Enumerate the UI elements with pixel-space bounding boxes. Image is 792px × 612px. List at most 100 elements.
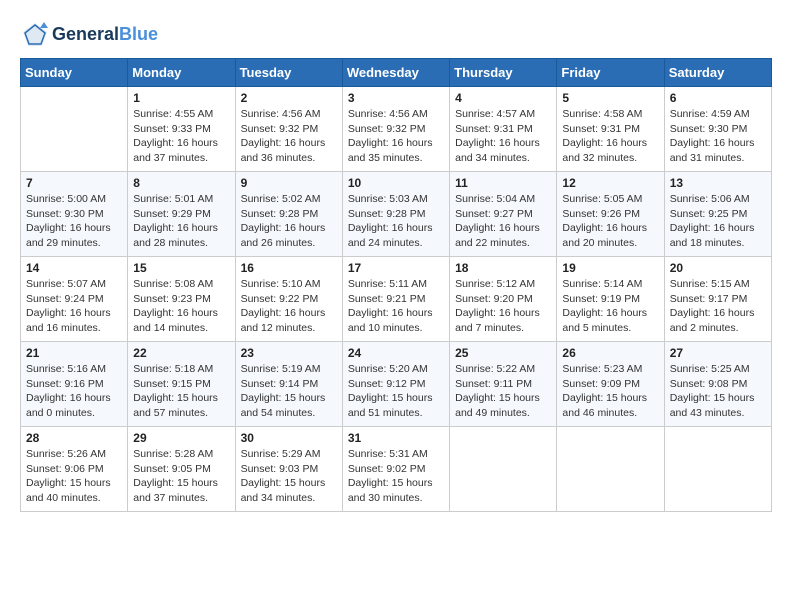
day-cell: 10 Sunrise: 5:03 AM Sunset: 9:28 PM Dayli… xyxy=(342,172,449,257)
day-cell: 21 Sunrise: 5:16 AM Sunset: 9:16 PM Dayli… xyxy=(21,342,128,427)
day-cell: 18 Sunrise: 5:12 AM Sunset: 9:20 PM Dayli… xyxy=(450,257,557,342)
day-number: 30 xyxy=(241,431,337,445)
day-cell: 31 Sunrise: 5:31 AM Sunset: 9:02 PM Dayli… xyxy=(342,427,449,512)
calendar-table: SundayMondayTuesdayWednesdayThursdayFrid… xyxy=(20,58,772,512)
day-number: 21 xyxy=(26,346,122,360)
day-number: 23 xyxy=(241,346,337,360)
day-number: 13 xyxy=(670,176,766,190)
day-info: Sunrise: 5:12 AM Sunset: 9:20 PM Dayligh… xyxy=(455,277,551,336)
day-number: 2 xyxy=(241,91,337,105)
day-info: Sunrise: 5:01 AM Sunset: 9:29 PM Dayligh… xyxy=(133,192,229,251)
weekday-friday: Friday xyxy=(557,59,664,87)
day-cell: 24 Sunrise: 5:20 AM Sunset: 9:12 PM Dayli… xyxy=(342,342,449,427)
header: GeneralBlue xyxy=(20,20,772,50)
day-cell: 15Sunrise: 5:08 AM Sunset: 9:23 PM Dayli… xyxy=(128,257,235,342)
week-row-2: 7Sunrise: 5:00 AM Sunset: 9:30 PM Daylig… xyxy=(21,172,772,257)
day-number: 6 xyxy=(670,91,766,105)
day-info: Sunrise: 4:58 AM Sunset: 9:31 PM Dayligh… xyxy=(562,107,658,166)
day-cell: 8 Sunrise: 5:01 AM Sunset: 9:29 PM Daylig… xyxy=(128,172,235,257)
week-row-5: 28Sunrise: 5:26 AM Sunset: 9:06 PM Dayli… xyxy=(21,427,772,512)
day-cell: 11 Sunrise: 5:04 AM Sunset: 9:27 PM Dayli… xyxy=(450,172,557,257)
day-number: 8 xyxy=(133,176,229,190)
day-number: 29 xyxy=(133,431,229,445)
day-cell: 6 Sunrise: 4:59 AM Sunset: 9:30 PM Daylig… xyxy=(664,87,771,172)
day-info: Sunrise: 5:11 AM Sunset: 9:21 PM Dayligh… xyxy=(348,277,444,336)
day-number: 20 xyxy=(670,261,766,275)
day-cell: 3Sunrise: 4:56 AM Sunset: 9:32 PM Daylig… xyxy=(342,87,449,172)
day-info: Sunrise: 5:31 AM Sunset: 9:02 PM Dayligh… xyxy=(348,447,444,506)
day-info: Sunrise: 5:06 AM Sunset: 9:25 PM Dayligh… xyxy=(670,192,766,251)
day-cell: 20 Sunrise: 5:15 AM Sunset: 9:17 PM Dayli… xyxy=(664,257,771,342)
day-info: Sunrise: 5:08 AM Sunset: 9:23 PM Dayligh… xyxy=(133,277,229,336)
day-cell: 5 Sunrise: 4:58 AM Sunset: 9:31 PM Daylig… xyxy=(557,87,664,172)
day-number: 5 xyxy=(562,91,658,105)
day-cell: 22 Sunrise: 5:18 AM Sunset: 9:15 PM Dayli… xyxy=(128,342,235,427)
week-row-1: 1 Sunrise: 4:55 AM Sunset: 9:33 PM Daylig… xyxy=(21,87,772,172)
day-info: Sunrise: 5:29 AM Sunset: 9:03 PM Dayligh… xyxy=(241,447,337,506)
day-number: 9 xyxy=(241,176,337,190)
day-info: Sunrise: 5:16 AM Sunset: 9:16 PM Dayligh… xyxy=(26,362,122,421)
day-number: 17 xyxy=(348,261,444,275)
day-cell: 13 Sunrise: 5:06 AM Sunset: 9:25 PM Dayli… xyxy=(664,172,771,257)
day-info: Sunrise: 4:56 AM Sunset: 9:32 PM Dayligh… xyxy=(241,107,337,166)
day-number: 27 xyxy=(670,346,766,360)
weekday-tuesday: Tuesday xyxy=(235,59,342,87)
day-cell: 29 Sunrise: 5:28 AM Sunset: 9:05 PM Dayli… xyxy=(128,427,235,512)
day-info: Sunrise: 4:57 AM Sunset: 9:31 PM Dayligh… xyxy=(455,107,551,166)
day-number: 18 xyxy=(455,261,551,275)
day-number: 11 xyxy=(455,176,551,190)
weekday-saturday: Saturday xyxy=(664,59,771,87)
day-number: 24 xyxy=(348,346,444,360)
day-info: Sunrise: 5:03 AM Sunset: 9:28 PM Dayligh… xyxy=(348,192,444,251)
day-cell: 19 Sunrise: 5:14 AM Sunset: 9:19 PM Dayli… xyxy=(557,257,664,342)
day-cell: 14 Sunrise: 5:07 AM Sunset: 9:24 PM Dayli… xyxy=(21,257,128,342)
day-number: 12 xyxy=(562,176,658,190)
day-info: Sunrise: 5:25 AM Sunset: 9:08 PM Dayligh… xyxy=(670,362,766,421)
day-cell: 30 Sunrise: 5:29 AM Sunset: 9:03 PM Dayli… xyxy=(235,427,342,512)
day-cell xyxy=(450,427,557,512)
logo-icon xyxy=(20,20,50,50)
day-info: Sunrise: 5:05 AM Sunset: 9:26 PM Dayligh… xyxy=(562,192,658,251)
day-number: 4 xyxy=(455,91,551,105)
day-number: 22 xyxy=(133,346,229,360)
day-number: 25 xyxy=(455,346,551,360)
week-row-4: 21 Sunrise: 5:16 AM Sunset: 9:16 PM Dayli… xyxy=(21,342,772,427)
day-number: 19 xyxy=(562,261,658,275)
day-cell: 25 Sunrise: 5:22 AM Sunset: 9:11 PM Dayli… xyxy=(450,342,557,427)
day-info: Sunrise: 5:23 AM Sunset: 9:09 PM Dayligh… xyxy=(562,362,658,421)
weekday-header-row: SundayMondayTuesdayWednesdayThursdayFrid… xyxy=(21,59,772,87)
day-info: Sunrise: 5:18 AM Sunset: 9:15 PM Dayligh… xyxy=(133,362,229,421)
day-info: Sunrise: 5:20 AM Sunset: 9:12 PM Dayligh… xyxy=(348,362,444,421)
day-cell: 1 Sunrise: 4:55 AM Sunset: 9:33 PM Daylig… xyxy=(128,87,235,172)
day-info: Sunrise: 5:14 AM Sunset: 9:19 PM Dayligh… xyxy=(562,277,658,336)
day-number: 10 xyxy=(348,176,444,190)
day-cell: 27 Sunrise: 5:25 AM Sunset: 9:08 PM Dayli… xyxy=(664,342,771,427)
day-info: Sunrise: 5:02 AM Sunset: 9:28 PM Dayligh… xyxy=(241,192,337,251)
day-info: Sunrise: 5:07 AM Sunset: 9:24 PM Dayligh… xyxy=(26,277,122,336)
day-cell: 4 Sunrise: 4:57 AM Sunset: 9:31 PM Daylig… xyxy=(450,87,557,172)
day-cell: 23 Sunrise: 5:19 AM Sunset: 9:14 PM Dayli… xyxy=(235,342,342,427)
day-number: 16 xyxy=(241,261,337,275)
day-cell: 16Sunrise: 5:10 AM Sunset: 9:22 PM Dayli… xyxy=(235,257,342,342)
day-info: Sunrise: 5:28 AM Sunset: 9:05 PM Dayligh… xyxy=(133,447,229,506)
day-number: 14 xyxy=(26,261,122,275)
day-cell: 17 Sunrise: 5:11 AM Sunset: 9:21 PM Dayli… xyxy=(342,257,449,342)
day-number: 28 xyxy=(26,431,122,445)
week-row-3: 14 Sunrise: 5:07 AM Sunset: 9:24 PM Dayli… xyxy=(21,257,772,342)
weekday-thursday: Thursday xyxy=(450,59,557,87)
day-info: Sunrise: 5:04 AM Sunset: 9:27 PM Dayligh… xyxy=(455,192,551,251)
day-info: Sunrise: 5:22 AM Sunset: 9:11 PM Dayligh… xyxy=(455,362,551,421)
day-info: Sunrise: 4:55 AM Sunset: 9:33 PM Dayligh… xyxy=(133,107,229,166)
day-cell: 9 Sunrise: 5:02 AM Sunset: 9:28 PM Daylig… xyxy=(235,172,342,257)
weekday-sunday: Sunday xyxy=(21,59,128,87)
day-cell xyxy=(664,427,771,512)
day-number: 7 xyxy=(26,176,122,190)
day-info: Sunrise: 5:19 AM Sunset: 9:14 PM Dayligh… xyxy=(241,362,337,421)
day-info: Sunrise: 5:15 AM Sunset: 9:17 PM Dayligh… xyxy=(670,277,766,336)
day-cell: 26Sunrise: 5:23 AM Sunset: 9:09 PM Dayli… xyxy=(557,342,664,427)
logo-text: GeneralBlue xyxy=(52,25,158,45)
day-number: 1 xyxy=(133,91,229,105)
day-number: 31 xyxy=(348,431,444,445)
day-info: Sunrise: 4:59 AM Sunset: 9:30 PM Dayligh… xyxy=(670,107,766,166)
weekday-monday: Monday xyxy=(128,59,235,87)
